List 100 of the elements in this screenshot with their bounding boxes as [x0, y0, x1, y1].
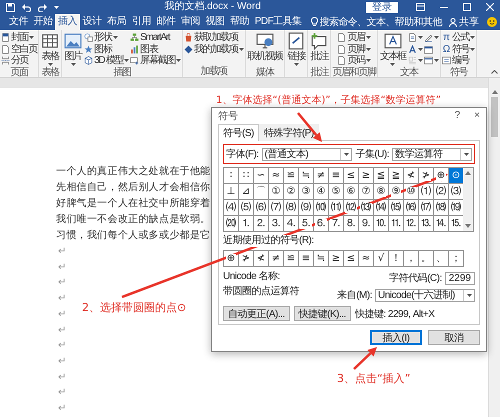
ribbon-button[interactable]: 获取加载项 [184, 32, 244, 44]
symbol-cell[interactable]: ≌ [284, 251, 298, 266]
scrollbar[interactable] [463, 168, 473, 231]
menu-tab[interactable]: 插入 [55, 14, 80, 30]
symbol-cell[interactable]: ⑷ [224, 200, 238, 215]
symbol-cell[interactable]: ≈ [269, 168, 283, 183]
ribbon-button[interactable]: 页码 [337, 55, 371, 67]
menu-tab[interactable]: PDF工具集 [252, 14, 305, 30]
symbol-cell[interactable]: ≦ [374, 168, 388, 183]
symbol-cell[interactable]: ⒌ [299, 216, 313, 231]
symbol-cell[interactable]: ⒆ [449, 200, 463, 215]
symbol-cell[interactable]: ≒ [299, 168, 313, 183]
symbol-cell[interactable]: ≒ [314, 251, 328, 266]
symbol-cell[interactable]: ≠ [314, 168, 328, 183]
scrollbar-thumb[interactable] [491, 97, 498, 137]
symbol-cell[interactable]: ① [269, 184, 283, 199]
symbol-cell[interactable]: ≥ [329, 251, 343, 266]
symbol-cell[interactable]: ⑦ [359, 184, 373, 199]
scrollbar[interactable] [488, 78, 500, 417]
symbol-cell[interactable]: ⑿ [344, 200, 358, 215]
symbol-cell[interactable]: ⒅ [434, 200, 448, 215]
subset-select[interactable]: 数学运算符 [392, 148, 472, 160]
symbol-cell[interactable]: ⒍ [314, 216, 328, 231]
symbol-cell[interactable]: ⒑ [374, 216, 388, 231]
ribbon-button[interactable]: Ω 符号 [442, 44, 476, 56]
symbol-cell[interactable]: ⒁ [374, 200, 388, 215]
symbol-cell[interactable]: ⑤ [329, 184, 343, 199]
ribbon-button[interactable] [424, 32, 439, 44]
ribbon-button[interactable] [408, 55, 423, 67]
menu-tab[interactable]: 引用 [128, 14, 154, 30]
ribbon-button[interactable]: 图片 [63, 32, 84, 67]
symbol-cell[interactable]: ⊥ [224, 184, 238, 199]
ribbon-button[interactable]: 联机视频 [246, 32, 284, 67]
sign-in-button[interactable]: 登录 [366, 2, 398, 12]
symbol-cell[interactable]: ⑧ [374, 184, 388, 199]
symbol-cell[interactable]: ⒈ [239, 216, 253, 231]
ribbon-button[interactable]: 页脚 [337, 44, 371, 56]
symbol-cell[interactable]: ⒂ [389, 200, 403, 215]
symbol-cell[interactable]: ⒃ [404, 200, 418, 215]
ribbon-button[interactable]: 链接 [286, 32, 306, 67]
symbol-cell[interactable]: ② [284, 184, 298, 199]
symbol-cell[interactable]: ⑺ [269, 200, 283, 215]
symbol-cell[interactable]: ⒎ [329, 216, 343, 231]
menu-tab[interactable]: 帮助 [227, 14, 252, 30]
symbol-cell[interactable]: ⊿ [239, 184, 253, 199]
ribbon-button[interactable]: 形状 [84, 32, 130, 44]
close-button[interactable]: × [474, 110, 480, 121]
dialog-button[interactable]: 自动更正(A)... [223, 306, 290, 321]
menu-tab[interactable]: 设计 [80, 14, 104, 30]
symbol-cell[interactable]: ≡ [329, 168, 343, 183]
ribbon-button[interactable]: 屏幕截图 [130, 55, 181, 67]
symbol-cell[interactable]: ≠ [269, 251, 283, 266]
symbol-cell[interactable]: ⒋ [284, 216, 298, 231]
ribbon-button[interactable]: 分页 [1, 55, 38, 67]
ribbon-button[interactable]: 空白页 [1, 44, 38, 56]
share-button[interactable]: 共享 [447, 15, 481, 29]
symbol-cell[interactable]: ⑶ [449, 184, 463, 199]
symbol-cell[interactable]: ⑵ [434, 184, 448, 199]
symbol-cell[interactable]: ∷ [239, 168, 253, 183]
ribbon-button[interactable]: 我的加载项 [184, 44, 244, 56]
menu-tab[interactable]: 审阅 [178, 14, 203, 30]
symbol-cell[interactable]: ≮ [404, 168, 418, 183]
menu-tab[interactable]: 布局 [104, 14, 129, 30]
dialog-tab[interactable]: 符号(S) [218, 124, 259, 141]
symbol-cell[interactable]: ⑴ [419, 184, 433, 199]
symbol-cell[interactable]: ⒊ [269, 216, 283, 231]
symbol-cell[interactable]: ≤ [344, 168, 358, 183]
symbol-cell[interactable]: ⊕ [434, 168, 448, 183]
search-field[interactable]: 搜索命令、文本、帮助和其他 [320, 15, 446, 29]
symbol-cell[interactable]: ⑩ [404, 184, 418, 199]
symbol-cell[interactable]: 。 [419, 251, 433, 266]
symbol-cell[interactable]: ⒔ [419, 216, 433, 231]
symbol-cell[interactable]: ≥ [359, 168, 373, 183]
symbol-cell[interactable]: ⑾ [329, 200, 343, 215]
symbol-cell[interactable]: ⑸ [239, 200, 253, 215]
symbol-cell[interactable]: 、 [434, 251, 448, 266]
ribbon-button[interactable]: 编号 [442, 55, 476, 67]
ribbon-button[interactable]: 图标 [84, 44, 130, 56]
char-code-field[interactable]: 2299 [444, 272, 475, 284]
ribbon-button[interactable]: 批注 [309, 32, 330, 67]
symbol-cell[interactable]: ⒄ [419, 200, 433, 215]
symbol-cell[interactable]: ⑨ [389, 184, 403, 199]
symbol-cell[interactable]: ≯ [419, 168, 433, 183]
symbol-cell[interactable]: ⒖ [449, 216, 463, 231]
font-select[interactable]: (普通文本) [262, 148, 352, 160]
symbol-cell[interactable]: ⌒ [254, 184, 268, 199]
symbol-cell[interactable]: ⊕ [224, 251, 238, 266]
ribbon-button[interactable]: 图表 [130, 44, 181, 56]
symbol-cell[interactable]: ； [449, 251, 463, 266]
symbol-cell[interactable]: ⒇ [224, 216, 238, 231]
symbol-cell[interactable]: ⒀ [359, 200, 373, 215]
from-select[interactable]: Unicode(十六进制) [375, 288, 475, 302]
cancel-button[interactable]: 取消 [428, 330, 480, 345]
menu-tab[interactable]: 视图 [202, 14, 228, 30]
symbol-cell[interactable]: ≌ [284, 168, 298, 183]
symbol-cell[interactable]: ！ [389, 251, 403, 266]
menu-tab[interactable]: 邮件 [154, 14, 178, 30]
symbol-cell[interactable]: ⒐ [359, 216, 373, 231]
menu-tab[interactable]: 开始 [30, 14, 56, 30]
symbol-cell[interactable]: √ [374, 251, 388, 266]
